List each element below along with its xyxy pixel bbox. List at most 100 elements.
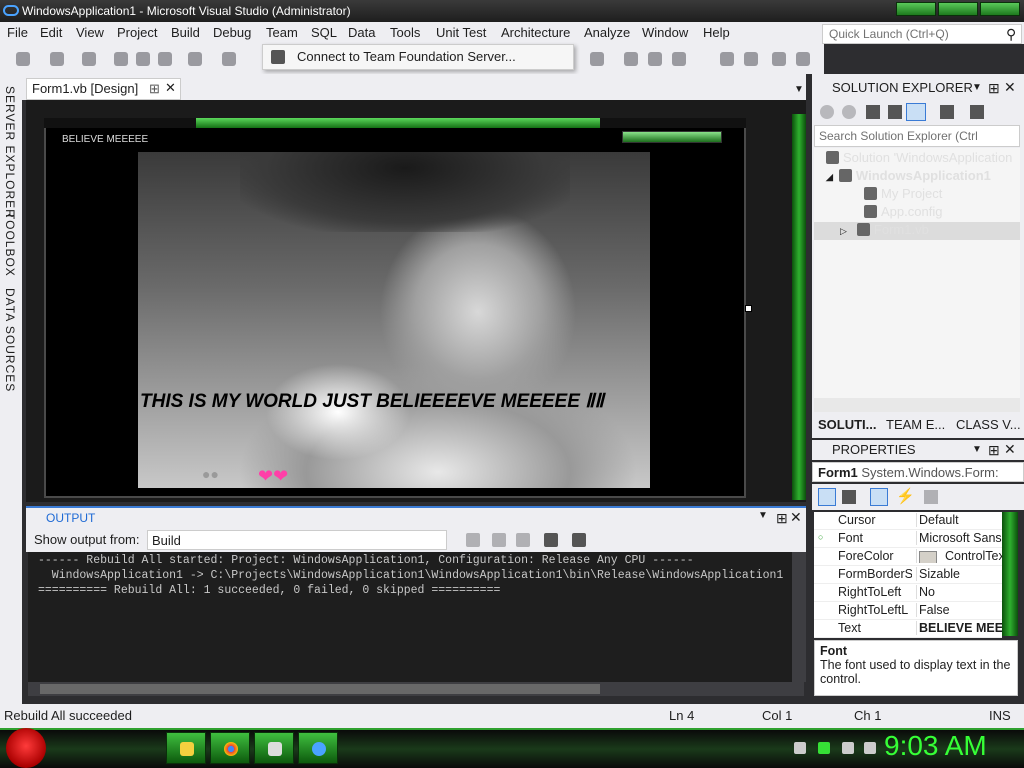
dropdown-icon[interactable]: ▼: [972, 444, 982, 455]
taskbar-chrome[interactable]: [210, 732, 250, 764]
collapse-all-icon[interactable]: [888, 105, 902, 119]
output-scroll-thumb[interactable]: [40, 684, 600, 694]
menu-unit-test[interactable]: Unit Test: [436, 25, 486, 40]
align-center-icon[interactable]: [624, 52, 638, 66]
menu-file[interactable]: File: [7, 25, 28, 40]
connect-tfs-menu-item[interactable]: Connect to Team Foundation Server...: [297, 49, 516, 64]
dropdown-icon[interactable]: ▼: [972, 82, 982, 93]
properties-scrollbar[interactable]: [1002, 512, 1018, 636]
menu-help[interactable]: Help: [703, 25, 730, 40]
solution-horizontal-scrollbar[interactable]: [814, 398, 1020, 412]
server-explorer-tab[interactable]: SERVER EXPLORER: [3, 86, 17, 219]
property-row-text[interactable]: Text BELIEVE MEE: [814, 620, 1002, 638]
send-back-icon[interactable]: [796, 52, 810, 66]
property-row-font[interactable]: ○ Font Microsoft Sans: [814, 530, 1002, 548]
new-project-icon[interactable]: [82, 52, 96, 66]
menu-tools[interactable]: Tools: [390, 25, 420, 40]
menu-build[interactable]: Build: [171, 25, 200, 40]
align-bottom-icon[interactable]: [672, 52, 686, 66]
property-pages-icon[interactable]: [924, 490, 938, 504]
taskbar-visual-studio[interactable]: [298, 732, 338, 764]
tab-class-view[interactable]: CLASS V...: [956, 417, 1021, 432]
network-icon[interactable]: [818, 742, 830, 754]
close-window-button[interactable]: [980, 2, 1020, 16]
volume-icon[interactable]: [842, 742, 854, 754]
data-sources-tab[interactable]: DATA SOURCES: [3, 288, 17, 392]
output-vertical-scrollbar[interactable]: [792, 552, 806, 682]
next-message-icon[interactable]: [516, 533, 530, 547]
menu-view[interactable]: View: [76, 25, 104, 40]
pin-icon[interactable]: ⊞: [988, 442, 1000, 459]
back-icon[interactable]: [820, 105, 834, 119]
word-wrap-icon[interactable]: [572, 533, 586, 547]
expanded-icon[interactable]: ◢: [826, 172, 833, 182]
tab-overflow-icon[interactable]: ▼: [794, 84, 804, 95]
menu-debug[interactable]: Debug: [213, 25, 251, 40]
solution-search-input[interactable]: Search Solution Explorer (Ctrl: [814, 125, 1020, 147]
pin-icon[interactable]: ⊞: [988, 80, 1000, 97]
home-icon[interactable]: [866, 105, 880, 119]
properties-view-icon[interactable]: [870, 488, 888, 506]
prev-message-icon[interactable]: [492, 533, 506, 547]
tree-item-project[interactable]: ◢ WindowsApplication1: [826, 168, 991, 186]
alphabetical-icon[interactable]: [842, 490, 856, 504]
form-caption-label[interactable]: THIS IS MY WORLD JUST BELIEEEEVE MEEEEE …: [140, 390, 604, 413]
save-icon[interactable]: [136, 52, 150, 66]
pin-icon[interactable]: ⊞: [776, 510, 788, 527]
properties-object-select[interactable]: Form1 System.Windows.Form:: [812, 462, 1024, 482]
menu-project[interactable]: Project: [117, 25, 157, 40]
dropdown-icon[interactable]: ▼: [758, 510, 768, 521]
redo-icon[interactable]: [222, 52, 236, 66]
maximize-button[interactable]: [938, 2, 978, 16]
taskbar-clock[interactable]: 9:03 AM: [884, 730, 987, 762]
events-lightning-icon[interactable]: ⚡: [896, 487, 915, 505]
tab-solution-explorer[interactable]: SOLUTI...: [818, 417, 877, 432]
property-row-forecolor[interactable]: ForeColor ControlTex: [814, 548, 1002, 566]
taskbar-explorer[interactable]: [166, 732, 206, 764]
properties-wrench-icon[interactable]: [940, 105, 954, 119]
tab-form1-design[interactable]: Form1.vb [Design] ⊞ ✕: [26, 78, 181, 100]
start-button[interactable]: [6, 728, 46, 768]
menu-team[interactable]: Team: [266, 25, 298, 40]
taskbar-app[interactable]: [254, 732, 294, 764]
tree-item-my-project[interactable]: My Project: [864, 186, 942, 204]
forward-icon[interactable]: [50, 52, 64, 66]
tray-arrow-icon[interactable]: [794, 742, 806, 754]
close-icon[interactable]: ✕: [165, 80, 176, 96]
output-text-area[interactable]: ------ Rebuild All started: Project: Win…: [28, 552, 804, 682]
minimize-button[interactable]: [896, 2, 936, 16]
forward-icon[interactable]: [842, 105, 856, 119]
search-icon[interactable]: ⚲: [1006, 26, 1016, 43]
undo-icon[interactable]: [188, 52, 202, 66]
save-all-icon[interactable]: [158, 52, 172, 66]
menu-edit[interactable]: Edit: [40, 25, 62, 40]
property-row-cursor[interactable]: Cursor Default: [814, 512, 1002, 530]
resize-handle[interactable]: [745, 305, 752, 312]
designer-vertical-scrollbar[interactable]: [792, 114, 806, 500]
menu-architecture[interactable]: Architecture: [501, 25, 570, 40]
quick-launch-input[interactable]: Quick Launch (Ctrl+Q): [822, 24, 1022, 44]
output-source-select[interactable]: Build: [147, 530, 447, 550]
bring-front-icon[interactable]: [772, 52, 786, 66]
sync-icon[interactable]: [906, 103, 926, 121]
flag-icon[interactable]: [864, 742, 876, 754]
collapsed-icon[interactable]: ▷: [840, 226, 847, 236]
spacing-icon[interactable]: [720, 52, 734, 66]
tree-item-solution[interactable]: Solution 'WindowsApplication: [826, 150, 1012, 168]
close-icon[interactable]: ✕: [1004, 79, 1016, 96]
tree-item-form1[interactable]: ▷ Form1.vb: [840, 222, 929, 240]
tree-item-app-config[interactable]: App.config: [864, 204, 942, 222]
pin-icon[interactable]: ⊞: [149, 81, 160, 97]
align-icon[interactable]: [590, 52, 604, 66]
show-all-files-icon[interactable]: [970, 105, 984, 119]
menu-window[interactable]: Window: [642, 25, 688, 40]
close-icon[interactable]: ✕: [1004, 441, 1016, 458]
menu-sql[interactable]: SQL: [311, 25, 337, 40]
align-middle-icon[interactable]: [648, 52, 662, 66]
menu-analyze[interactable]: Analyze: [584, 25, 630, 40]
open-file-icon[interactable]: [114, 52, 128, 66]
back-icon[interactable]: [16, 52, 30, 66]
clear-all-icon[interactable]: [544, 533, 558, 547]
find-message-icon[interactable]: [466, 533, 480, 547]
categorized-icon[interactable]: [818, 488, 836, 506]
